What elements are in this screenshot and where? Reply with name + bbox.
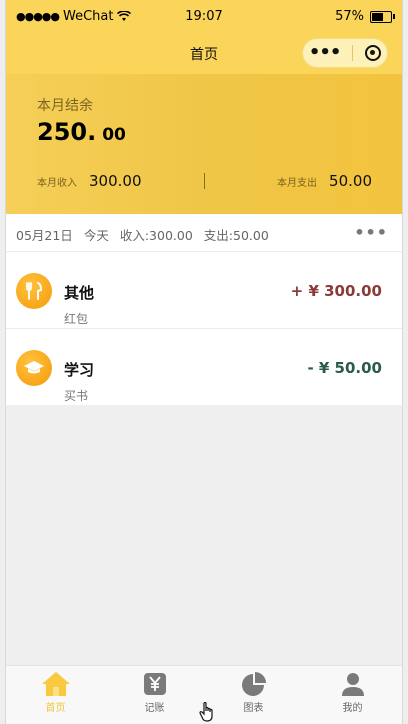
expense-value: 50.00 bbox=[329, 172, 372, 190]
day-date: 05月21日 bbox=[16, 228, 73, 243]
income-value: 300.00 bbox=[89, 172, 142, 190]
tab-chart[interactable]: 图表 bbox=[204, 666, 303, 724]
balance-label: 本月结余 bbox=[37, 98, 93, 114]
tab-label: 首页 bbox=[45, 703, 66, 714]
user-icon bbox=[341, 673, 364, 696]
battery-percent: 57% bbox=[335, 9, 364, 24]
record-note: 红包 bbox=[64, 312, 89, 326]
record-category: 学习 bbox=[64, 361, 95, 379]
day-header: 05月21日 今天 收入:300.00 支出:50.00 ••• bbox=[6, 214, 402, 252]
list-item[interactable]: 其他 红包 + ¥ 300.00 bbox=[6, 252, 402, 328]
home-icon bbox=[41, 672, 70, 696]
capsule-divider bbox=[352, 45, 354, 61]
record-list: 其他 红包 + ¥ 300.00 学习 买书 - ¥ 50.00 bbox=[6, 252, 402, 405]
monthly-summary-card: 本月结余 250. 00 本月收入 300.00 本月支出 50.00 bbox=[6, 74, 402, 214]
income-expense-row: 本月收入 300.00 本月支出 50.00 bbox=[37, 170, 372, 192]
list-item[interactable]: 学习 买书 - ¥ 50.00 bbox=[6, 328, 402, 405]
more-menu-button[interactable]: ••• bbox=[309, 44, 342, 62]
hand-cursor-icon bbox=[199, 702, 213, 722]
balance-integer: 250. bbox=[37, 118, 97, 146]
phone-frame: ●●●●● WeChat 19:07 57% 首页 ••• 本月结余 250. 0… bbox=[5, 0, 403, 724]
tab-record[interactable]: 记账 bbox=[105, 666, 204, 724]
pie-chart-icon bbox=[241, 672, 266, 696]
balance-amount: 250. 00 bbox=[37, 118, 126, 146]
fork-knife-icon bbox=[16, 273, 52, 309]
tab-mine[interactable]: 我的 bbox=[303, 666, 402, 724]
income-label: 本月收入 bbox=[37, 177, 77, 189]
tab-label: 图表 bbox=[243, 703, 264, 714]
battery-icon bbox=[370, 10, 395, 23]
nav-bar: 首页 ••• bbox=[6, 36, 402, 74]
day-expense: 支出:50.00 bbox=[203, 228, 269, 243]
tab-home[interactable]: 首页 bbox=[6, 666, 105, 724]
graduation-cap-icon bbox=[16, 350, 52, 386]
close-target-icon[interactable] bbox=[365, 45, 382, 61]
expense-label: 本月支出 bbox=[277, 177, 318, 189]
status-bar: ●●●●● WeChat 19:07 57% bbox=[6, 0, 402, 36]
record-note: 买书 bbox=[64, 389, 89, 403]
record-amount: + ¥ 300.00 bbox=[290, 282, 382, 300]
day-relative: 今天 bbox=[83, 228, 109, 243]
mini-program-capsule: ••• bbox=[302, 38, 388, 68]
record-category: 其他 bbox=[64, 284, 95, 302]
yen-icon bbox=[143, 673, 166, 695]
day-more-button[interactable]: ••• bbox=[354, 223, 388, 242]
balance-decimal: 00 bbox=[102, 125, 126, 145]
tab-label: 记账 bbox=[144, 703, 165, 714]
summary-divider bbox=[204, 173, 205, 189]
record-amount: - ¥ 50.00 bbox=[307, 359, 382, 377]
tab-label: 我的 bbox=[342, 703, 363, 714]
day-income: 收入:300.00 bbox=[119, 228, 193, 243]
